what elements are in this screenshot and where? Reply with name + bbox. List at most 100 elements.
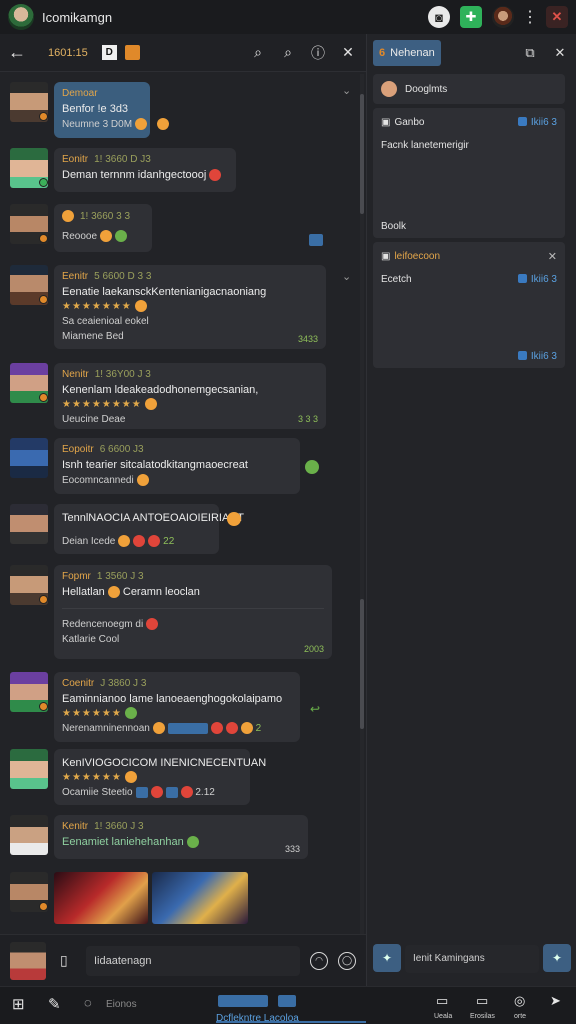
search-icon[interactable]: ⌕ bbox=[248, 43, 268, 63]
reply-icon[interactable]: ↩ bbox=[310, 702, 320, 716]
message-bubble[interactable]: Kenitr 1! 3660 J 3 Eenamiet laniehehanhan… bbox=[54, 815, 308, 859]
message-bubble[interactable]: Eonitr 1! 3660 D J3 Deman ternnm idanhgec… bbox=[54, 148, 236, 192]
info-icon[interactable]: ⓘ bbox=[308, 43, 328, 63]
search-taskbar-icon[interactable]: ◌ bbox=[84, 995, 92, 1010]
windows-start-icon[interactable]: ⊞ bbox=[12, 995, 25, 1013]
message-timestamp: 1! 3660 J 3 bbox=[94, 821, 144, 832]
camera-icon[interactable]: ◙ bbox=[428, 6, 450, 28]
my-avatar[interactable] bbox=[10, 941, 46, 980]
close-chat-icon[interactable]: ✕ bbox=[338, 43, 358, 63]
message-text: KenIVIOGOCICOM INENICNECENTUAN bbox=[62, 757, 267, 769]
window-title: Icomikamgn bbox=[42, 9, 113, 25]
message-bubble[interactable]: Demoar Benfor !e 3d3 Neumne 3 D0M bbox=[54, 82, 170, 138]
card-tag[interactable]: Ikii6 3 bbox=[518, 274, 557, 285]
contacts-icon[interactable]: ✚ bbox=[460, 6, 482, 28]
status-badge bbox=[39, 178, 48, 187]
message-bubble[interactable]: TennlNAOCIA ANTOEOAIOIEIRIANT Deian Iced… bbox=[54, 504, 244, 554]
reaction-icon[interactable] bbox=[305, 460, 319, 474]
message-meta: Ueucine Deae bbox=[62, 414, 126, 425]
user-avatar[interactable] bbox=[492, 6, 514, 28]
avatar[interactable] bbox=[10, 438, 48, 478]
emoji-picker-icon[interactable]: ◠ bbox=[310, 951, 328, 970]
channel-badge: D bbox=[101, 45, 117, 60]
book-icon[interactable]: ▯ bbox=[60, 952, 78, 969]
details-panel: 6 Nehenan ⧉ ✕ Dooglmts ▣ Ganbo Ikii6 3 Facn… bbox=[366, 34, 576, 986]
message-meta: Katlarie Cool bbox=[62, 634, 120, 645]
puzzle-icon[interactable]: ✦ bbox=[373, 944, 401, 972]
avatar[interactable] bbox=[10, 749, 48, 789]
reaction-icon[interactable] bbox=[227, 512, 241, 526]
message-bubble[interactable]: Nenitr 1! 36Y00 J 3 Kenenlam ldeakeadodho… bbox=[54, 363, 326, 429]
close-panel-icon[interactable]: ✕ bbox=[550, 45, 570, 61]
status-badge bbox=[39, 112, 48, 121]
window-icon[interactable]: ▭ bbox=[436, 993, 448, 1009]
avatar[interactable] bbox=[10, 815, 48, 855]
message-time: 2.12 bbox=[195, 787, 215, 798]
event-card: ▣ leifoecoon ✕ Ecetch Ikii6 3 Ikii6 3 bbox=[373, 242, 565, 368]
sender-name: Eonitr bbox=[62, 154, 89, 165]
message-bubble[interactable]: Eopoitr 6 6600 J3 Isnh tearier sitcalatod… bbox=[54, 438, 300, 494]
chevron-down-icon[interactable]: ⌄ bbox=[342, 270, 351, 283]
sender-name: Nenitr bbox=[62, 369, 89, 380]
message-meta: Redencenoegm di bbox=[62, 619, 144, 630]
panel-input[interactable]: Ienit Kamingans bbox=[405, 945, 539, 973]
card-tag[interactable]: Ikii6 3 bbox=[518, 117, 557, 128]
message-timestamp: 1 3560 J 3 bbox=[96, 571, 144, 582]
chat-bubble-icon[interactable]: ◯ bbox=[338, 951, 356, 970]
message-timestamp: 1! 36Y00 J 3 bbox=[94, 369, 151, 380]
scrollbar-thumb[interactable] bbox=[360, 94, 364, 214]
search-label: Dooglmts bbox=[405, 83, 448, 95]
message-time: 2 bbox=[255, 723, 262, 734]
sender-name: Eopoitr bbox=[62, 444, 94, 455]
back-arrow-icon[interactable]: ← bbox=[8, 42, 32, 63]
taskbar-search-label[interactable]: Eionos bbox=[106, 999, 137, 1010]
message-bubble[interactable]: Eenitr 5 6600 D 3 3 Eenatie laekansckKent… bbox=[54, 265, 326, 349]
taskbar-app[interactable] bbox=[218, 995, 268, 1007]
tab-details[interactable]: 6 Nehenan bbox=[373, 40, 441, 66]
image-attachment[interactable] bbox=[152, 872, 248, 924]
card-title: Ganbo bbox=[394, 116, 425, 128]
chevron-down-icon[interactable]: ⌄ bbox=[342, 84, 351, 97]
search-card[interactable]: Dooglmts bbox=[373, 74, 565, 104]
message-text: Kenenlam ldeakeadodhonemgecsanian, bbox=[62, 384, 259, 396]
message-bubble[interactable]: 1! 3660 3 3 Reoooe bbox=[54, 204, 152, 252]
message-meta: Eocomncannedi bbox=[62, 475, 134, 486]
taskbar-app[interactable] bbox=[278, 995, 296, 1007]
compass-icon[interactable]: ◎ bbox=[514, 993, 525, 1009]
message-bubble[interactable]: Fopmr 1 3560 J 3 Hellatlan Ceramn leoclan… bbox=[54, 565, 332, 659]
emoji-icon bbox=[209, 169, 222, 182]
message-bubble[interactable]: Coenitr J 3860 J 3 Eaminnianoo lame lanoe… bbox=[54, 672, 300, 742]
info-card: ▣ Ganbo Ikii6 3 Facnk lanetemerigir Boolk bbox=[373, 108, 565, 238]
document-icon: ▣ bbox=[381, 250, 391, 262]
search-members-icon[interactable]: ⌕ bbox=[278, 43, 298, 63]
close-window-button[interactable]: ✕ bbox=[546, 6, 568, 28]
avatar[interactable] bbox=[10, 504, 48, 544]
emoji-icon bbox=[115, 230, 128, 243]
document-icon: ▣ bbox=[381, 116, 391, 128]
message-bubble[interactable]: KenIVIOGOCICOM INENICNECENTUAN ★★★★★★ Oc… bbox=[54, 749, 267, 805]
translate-icon[interactable] bbox=[309, 234, 323, 246]
sender-name: Coenitr bbox=[62, 678, 95, 689]
open-external-icon[interactable]: ⧉ bbox=[520, 45, 540, 61]
message-text: Isnh tearier sitcalatodkitangmaoecreat bbox=[62, 459, 248, 471]
message-text: Benfor !e 3d3 bbox=[62, 103, 129, 115]
close-icon[interactable]: ✕ bbox=[548, 250, 557, 263]
message-input[interactable]: Iidaatenagn bbox=[86, 945, 300, 976]
emoji-icon bbox=[62, 210, 74, 222]
send-taskbar-icon[interactable]: ➤ bbox=[550, 993, 561, 1009]
app-avatar[interactable] bbox=[8, 4, 34, 30]
image-attachment[interactable] bbox=[54, 872, 148, 924]
monitor-icon[interactable]: ▭ bbox=[476, 993, 488, 1009]
status-badge bbox=[39, 295, 48, 304]
card-tag[interactable]: Ikii6 3 bbox=[518, 351, 557, 362]
channel-name: 1601:15 bbox=[48, 46, 88, 59]
send-icon[interactable]: ✦ bbox=[543, 944, 571, 972]
scrollbar-thumb-2[interactable] bbox=[360, 599, 364, 729]
status-badge bbox=[39, 234, 48, 243]
taskbar-active-indicator bbox=[216, 1021, 366, 1023]
pen-icon[interactable]: ✎ bbox=[48, 995, 61, 1013]
chat-header: ← 1601:15 D ⌕ ⌕ ⓘ ✕ bbox=[0, 34, 366, 72]
taskbar: ⊞ ✎ ◌ Eionos Dcflekntre Lacoloa ▭ Ueala … bbox=[0, 986, 576, 1024]
more-icon[interactable]: ⋮ bbox=[522, 6, 538, 28]
app-window: Icomikamgn ◙ ✚ ⋮ ✕ ← 1601:15 D ⌕ ⌕ ⓘ ✕ D… bbox=[0, 0, 576, 1024]
